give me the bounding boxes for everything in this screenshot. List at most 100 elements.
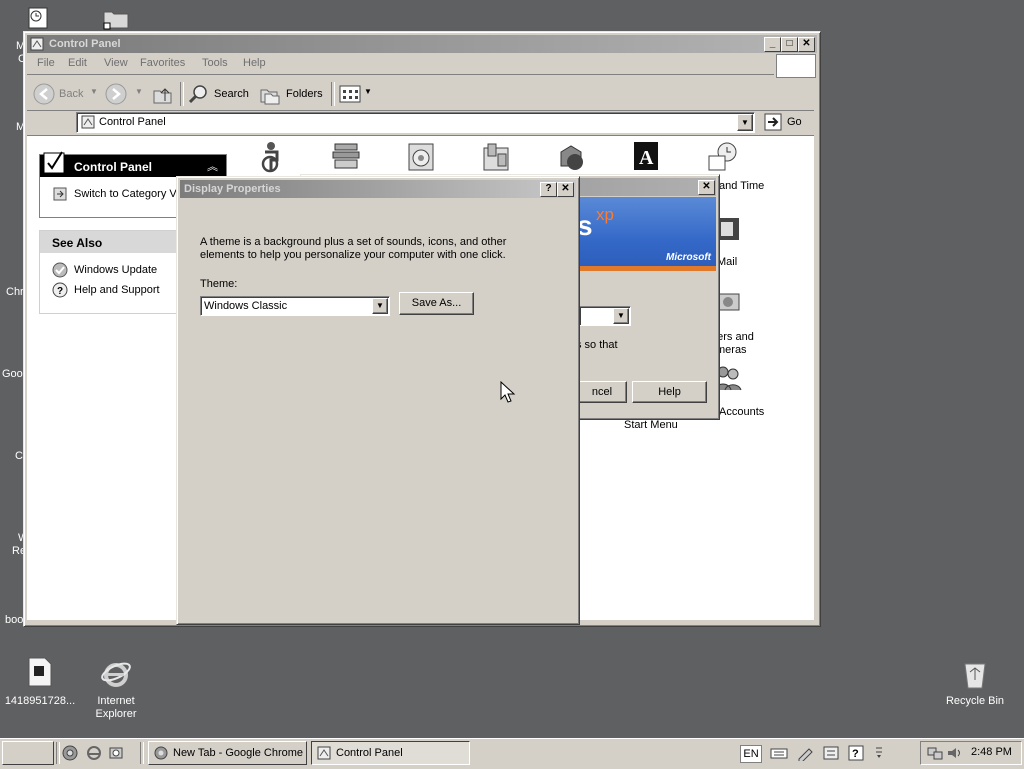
switch-view-icon: [53, 187, 67, 201]
ime-icon[interactable]: [822, 745, 840, 761]
windows-update-link[interactable]: Windows Update: [74, 264, 157, 276]
menu-bar: File Edit View Favorites Tools Help: [27, 55, 774, 75]
help-support-link[interactable]: Help and Support: [74, 284, 160, 296]
search-button-label[interactable]: Search: [214, 88, 249, 100]
menu-help[interactable]: Help: [243, 57, 266, 69]
cancel-button-label: ncel: [591, 386, 613, 398]
ie-quicklaunch-icon[interactable]: [86, 745, 102, 761]
menu-favorites[interactable]: Favorites: [140, 57, 185, 69]
address-dropdown-button[interactable]: ▼: [737, 114, 753, 131]
keyboard-icon[interactable]: [770, 745, 788, 761]
chrome-quicklaunch-icon[interactable]: [62, 745, 78, 761]
forward-arrow-icon[interactable]: [105, 83, 127, 105]
views-dropdown-icon[interactable]: ▼: [364, 87, 372, 96]
control-panel-small-icon: [81, 115, 95, 129]
fonts-icon[interactable]: A: [630, 140, 664, 174]
add-remove-programs-icon[interactable]: [330, 140, 364, 174]
help-tray-icon[interactable]: ?: [848, 745, 864, 761]
task-chrome[interactable]: New Tab - Google Chrome: [148, 741, 307, 765]
toolbar-separator: [180, 82, 184, 106]
back-dropdown-icon[interactable]: ▼: [90, 87, 98, 96]
go-arrow-icon: [764, 113, 782, 131]
add-hardware-icon[interactable]: [405, 140, 439, 174]
desktop-edge-label-6: C: [15, 450, 23, 462]
xp-logo-superscript: xp: [596, 205, 614, 224]
desktop-icon-label: 1418951728...: [4, 695, 76, 707]
desktop-edge-label-4: Chr: [6, 286, 24, 298]
desktop-icon-top-1[interactable]: [27, 6, 51, 30]
search-icon[interactable]: [187, 83, 209, 105]
display-properties-titlebar[interactable]: Display Properties ? ✕: [180, 180, 576, 198]
desktop-icon-internet-explorer[interactable]: Internet Explorer: [86, 656, 146, 722]
menu-tools[interactable]: Tools: [202, 57, 228, 69]
bg-select[interactable]: ▼: [579, 306, 631, 326]
image-file-icon: [28, 657, 52, 687]
checkmark-icon: [43, 151, 65, 174]
desktop-icon-image-file[interactable]: 1418951728...: [0, 656, 80, 711]
save-as-button[interactable]: Save As...: [399, 292, 474, 315]
start-menu-label[interactable]: Start Menu: [624, 419, 678, 431]
network-icon[interactable]: [927, 745, 943, 761]
task-control-panel[interactable]: Control Panel: [311, 741, 470, 765]
control-panel-titlebar[interactable]: Control Panel _ □ ✕: [27, 35, 817, 53]
back-arrow-icon[interactable]: [33, 83, 55, 105]
views-icon[interactable]: [339, 85, 361, 103]
theme-select[interactable]: Windows Classic ▼: [200, 296, 390, 316]
close-button[interactable]: ✕: [698, 180, 715, 195]
up-folder-icon[interactable]: [151, 83, 173, 105]
pen-icon[interactable]: [796, 745, 814, 761]
close-button[interactable]: ✕: [798, 37, 815, 52]
collapse-chevron-icon[interactable]: ︽: [207, 158, 218, 174]
start-button[interactable]: [2, 741, 54, 765]
chrome-icon: [154, 746, 168, 760]
admin-tools-icon[interactable]: [480, 140, 514, 174]
user-accounts-label[interactable]: Accounts: [719, 406, 764, 418]
theme-select-value: Windows Classic: [204, 300, 288, 312]
control-panel-task-icon: [317, 746, 331, 760]
context-help-button[interactable]: ?: [540, 182, 557, 197]
language-indicator[interactable]: EN: [740, 745, 762, 763]
svg-text:?: ?: [852, 748, 859, 760]
automatic-updates-icon[interactable]: [555, 140, 589, 174]
taskbar-separator: [140, 742, 144, 764]
clock-doc-icon: [28, 7, 48, 29]
mail-label[interactable]: Mail: [717, 256, 737, 268]
windows-update-icon: [52, 262, 68, 278]
back-button-label[interactable]: Back: [59, 88, 83, 100]
menu-view[interactable]: View: [104, 57, 128, 69]
theme-description: A theme is a background plus a set of so…: [200, 236, 507, 261]
svg-text:A: A: [639, 147, 654, 169]
clock[interactable]: 2:48 PM: [971, 746, 1012, 758]
minimize-button[interactable]: _: [764, 37, 781, 52]
side-panel-header[interactable]: Control Panel ︽: [40, 151, 226, 177]
cancel-button[interactable]: ncel: [577, 381, 627, 403]
date-time-icon[interactable]: [705, 140, 739, 174]
dialog-title: Display Properties: [184, 183, 281, 195]
forward-dropdown-icon[interactable]: ▼: [135, 87, 143, 96]
volume-icon[interactable]: [946, 745, 962, 761]
save-as-label: Save As...: [411, 297, 462, 309]
menu-file[interactable]: File: [37, 57, 55, 69]
go-button[interactable]: Go: [762, 112, 812, 132]
help-button[interactable]: Help: [632, 381, 707, 403]
task-control-panel-label: Control Panel: [336, 747, 403, 759]
desktop-icon-top-2[interactable]: [102, 6, 130, 30]
folders-button-label[interactable]: Folders: [286, 88, 323, 100]
show-desktop-icon[interactable]: [108, 745, 124, 761]
switch-category-link[interactable]: Switch to Category V: [74, 188, 177, 200]
bg-select-dropdown[interactable]: ▼: [613, 308, 629, 324]
accessibility-icon[interactable]: [255, 140, 289, 174]
help-button-label: Help: [658, 386, 681, 398]
tray-options-icon[interactable]: [874, 745, 884, 761]
theme-dropdown-button[interactable]: ▼: [372, 298, 388, 314]
address-bar[interactable]: Control Panel ▼: [76, 112, 755, 133]
close-button[interactable]: ✕: [557, 182, 574, 197]
desktop-icon-recycle-bin[interactable]: Recycle Bin: [940, 656, 1010, 711]
maximize-button[interactable]: □: [781, 37, 798, 52]
menu-edit[interactable]: Edit: [68, 57, 87, 69]
microsoft-logo-text: Microsoft: [666, 252, 711, 263]
folders-icon[interactable]: [259, 83, 281, 105]
scanners-label-2[interactable]: meras: [716, 344, 747, 356]
date-time-label[interactable]: and Time: [719, 180, 764, 192]
mouse-cursor-icon: [500, 381, 516, 403]
